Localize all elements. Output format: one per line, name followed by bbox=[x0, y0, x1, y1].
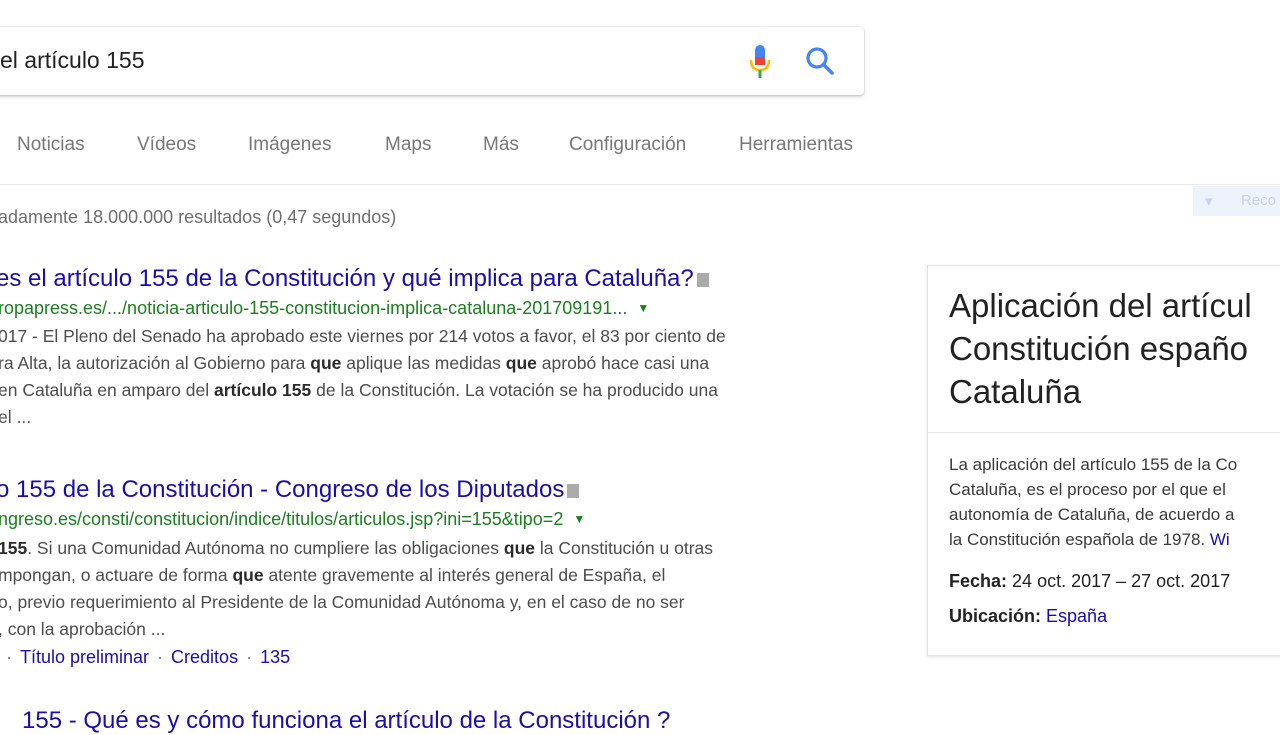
knowledge-panel-title: Aplicación del artícul Constitución espa… bbox=[949, 287, 1252, 410]
fact-fecha: Fecha: 24 oct. 2017 – 27 oct. 2017 bbox=[949, 571, 1231, 591]
knowledge-panel-divider bbox=[928, 432, 1280, 433]
knowledge-panel: Aplicación del artícul Constitución espa… bbox=[927, 265, 1280, 656]
caret-down-icon[interactable]: ▼ bbox=[637, 301, 649, 315]
sitelink-135[interactable]: 135 bbox=[260, 647, 290, 667]
caret-down-icon[interactable]: ▼ bbox=[573, 512, 585, 526]
result-sitelinks: · Título preliminar · Creditos · 135 bbox=[6, 647, 291, 667]
search-input[interactable]: el artículo 155 bbox=[0, 47, 144, 74]
sitelink-creditos[interactable]: Creditos bbox=[171, 647, 238, 667]
recommended-button[interactable]: ▾ Reco bbox=[1193, 186, 1280, 216]
result-url[interactable]: ngreso.es/consti/constitucion/indice/tit… bbox=[0, 509, 585, 530]
tab-mas[interactable]: Más bbox=[483, 134, 519, 156]
microphone-icon[interactable] bbox=[748, 44, 772, 80]
snippet-line: en Cataluña en amparo del artículo 155 d… bbox=[0, 380, 718, 400]
search-box[interactable]: el artículo 155 bbox=[0, 27, 864, 95]
search-result: es el artículo 155 de la Constitución y … bbox=[0, 265, 709, 293]
fact-ubicacion: Ubicación: España bbox=[949, 606, 1108, 626]
knowledge-panel-description: La aplicación del artículo 155 de la Co … bbox=[949, 455, 1238, 549]
result-snippet: 155. Si una Comunidad Autónoma no cumpli… bbox=[0, 535, 713, 643]
result-title[interactable]: es el artículo 155 de la Constitución y … bbox=[0, 265, 709, 293]
tab-configuracion[interactable]: Configuración bbox=[569, 134, 686, 156]
cached-page-icon[interactable] bbox=[567, 484, 580, 498]
snippet-line: , con la aprobación ... bbox=[0, 619, 166, 639]
tabs-divider bbox=[0, 184, 1280, 185]
snippet-line: 155. Si una Comunidad Autónoma no cumpli… bbox=[0, 538, 714, 558]
snippet-line: el ... bbox=[0, 407, 32, 427]
wikipedia-link[interactable]: Wi bbox=[1210, 530, 1230, 549]
snippet-line: o, previo requerimiento al Presidente de… bbox=[0, 592, 685, 612]
search-icon[interactable] bbox=[804, 45, 836, 77]
search-result: o 155 de la Constitución - Congreso de l… bbox=[0, 476, 580, 504]
recommended-button-label: Reco bbox=[1241, 192, 1277, 209]
chevron-down-icon: ▾ bbox=[1205, 193, 1213, 210]
result-title-partial[interactable]: 155 - Qué es y cómo funciona el artículo… bbox=[22, 707, 670, 735]
sitelink-titulo-preliminar[interactable]: Título preliminar bbox=[20, 647, 149, 667]
result-stats: adamente 18.000.000 resultados (0,47 seg… bbox=[0, 207, 397, 227]
ubicacion-link[interactable]: España bbox=[1046, 606, 1107, 626]
snippet-line: 017 - El Pleno del Senado ha aprobado es… bbox=[0, 326, 726, 346]
tab-imagenes[interactable]: Imágenes bbox=[248, 134, 331, 156]
cached-page-icon[interactable] bbox=[696, 273, 709, 287]
tab-herramientas[interactable]: Herramientas bbox=[739, 134, 853, 156]
result-snippet: 017 - El Pleno del Senado ha aprobado es… bbox=[0, 323, 726, 431]
snippet-line: ra Alta, la autorización al Gobierno par… bbox=[0, 353, 710, 373]
result-url[interactable]: ropapress.es/.../noticia-articulo-155-co… bbox=[0, 298, 649, 319]
result-title[interactable]: o 155 de la Constitución - Congreso de l… bbox=[0, 476, 580, 504]
tab-videos[interactable]: Vídeos bbox=[137, 134, 196, 156]
tab-noticias[interactable]: Noticias bbox=[17, 134, 85, 156]
snippet-line: mpongan, o actuare de forma que atente g… bbox=[0, 565, 666, 585]
tab-maps[interactable]: Maps bbox=[385, 134, 431, 156]
